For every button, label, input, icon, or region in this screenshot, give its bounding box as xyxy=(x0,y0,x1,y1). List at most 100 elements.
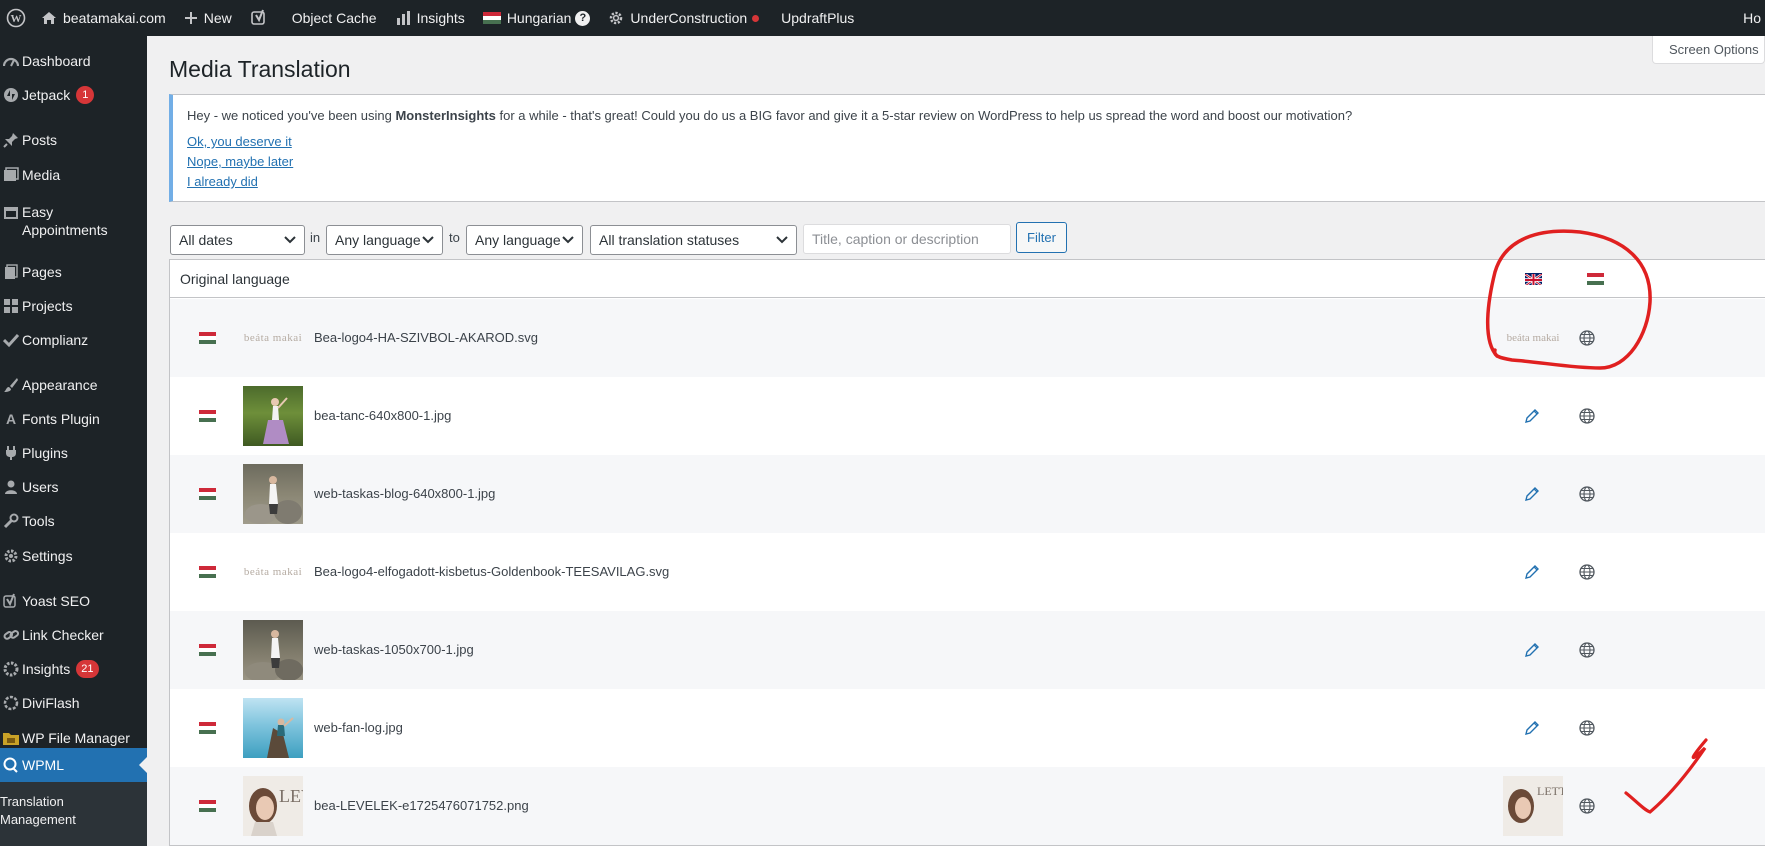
sidebar-item-label: Complianz xyxy=(22,332,89,348)
insights-link[interactable]: Insights xyxy=(386,0,474,36)
pencil-edit-icon[interactable] xyxy=(1523,641,1541,659)
filter-button[interactable]: Filter xyxy=(1016,222,1067,253)
notification-count-badge: 21 xyxy=(76,660,99,678)
logo-text: beáta makai xyxy=(243,566,303,578)
sidebar-item-label: Plugins xyxy=(22,445,68,461)
sidebar-item-wp-file-manager[interactable]: WP File Manager xyxy=(0,729,147,747)
translated-thumbnail[interactable]: beáta makai xyxy=(1503,308,1563,368)
globe-icon[interactable] xyxy=(1578,407,1596,425)
sidebar-item-projects[interactable]: Projects xyxy=(0,297,147,315)
globe-icon[interactable] xyxy=(1578,563,1596,581)
globe-icon[interactable] xyxy=(1578,329,1596,347)
site-name-link[interactable]: beatamakai.com xyxy=(32,0,175,36)
globe-icon[interactable] xyxy=(1578,797,1596,815)
under-construction-link[interactable]: UnderConstruction xyxy=(599,0,768,36)
pencil-edit-icon[interactable] xyxy=(1523,485,1541,503)
from-language-select[interactable]: Any language xyxy=(326,225,443,255)
wpml-icon xyxy=(0,757,22,773)
sidebar-item-label: Posts xyxy=(22,132,58,148)
new-content-link[interactable]: New xyxy=(175,0,241,36)
globe-icon[interactable] xyxy=(1578,485,1596,503)
sidebar-item-complianz[interactable]: Complianz xyxy=(0,331,147,349)
admin-sidebar: Dashboard Jetpack 1 Posts Media Easy App… xyxy=(0,36,147,846)
submenu-label: Translation Management xyxy=(0,794,76,827)
hungarian-flag-icon[interactable] xyxy=(1587,273,1604,285)
to-language-select[interactable]: Any language xyxy=(466,225,583,255)
media-thumbnail[interactable] xyxy=(243,620,303,680)
sidebar-item-users[interactable]: Users xyxy=(0,478,147,496)
sidebar-item-jetpack[interactable]: Jetpack 1 xyxy=(0,86,147,104)
hungarian-flag-icon xyxy=(199,410,216,422)
in-label: in xyxy=(310,230,321,245)
search-input[interactable]: Title, caption or description xyxy=(803,224,1011,254)
object-cache-link[interactable]: Object Cache xyxy=(283,0,386,36)
sidebar-item-label: Fonts Plugin xyxy=(22,411,100,427)
sidebar-item-label: Pages xyxy=(22,264,62,280)
sidebar-item-link-checker[interactable]: Link Checker xyxy=(0,626,147,644)
screen-options-button[interactable]: Screen Options xyxy=(1652,36,1765,64)
language-switcher[interactable]: Hungarian ? xyxy=(474,0,600,36)
file-name: Bea-logo4-elfogadott-kisbetus-Goldenbook… xyxy=(314,564,670,579)
media-thumbnail[interactable]: beáta makai xyxy=(243,542,303,602)
chevron-down-icon xyxy=(284,236,296,244)
sidebar-item-label: Insights xyxy=(22,661,71,677)
insights-icon xyxy=(0,661,22,677)
media-thumbnail[interactable] xyxy=(243,698,303,758)
media-thumbnail[interactable] xyxy=(243,464,303,524)
media-thumbnail[interactable]: beáta makai xyxy=(243,308,303,368)
hungarian-flag-icon xyxy=(199,566,216,578)
status-dot xyxy=(752,14,760,22)
home-icon xyxy=(41,10,57,26)
sidebar-item-wpml[interactable]: WPML xyxy=(0,748,147,782)
table-row: web-taskas-blog-640x800-1.jpg xyxy=(170,455,1765,533)
sidebar-item-dashboard[interactable]: Dashboard xyxy=(0,52,147,70)
notice-link-already[interactable]: I already did xyxy=(187,172,1765,192)
hungarian-flag-icon xyxy=(199,722,216,734)
sidebar-item-label: WP File Manager xyxy=(22,730,130,746)
submenu-item-translation-management[interactable]: Translation Management xyxy=(0,793,80,829)
sidebar-item-label: Media xyxy=(22,167,61,183)
dashboard-icon xyxy=(0,54,22,68)
sidebar-item-diviflash[interactable]: DiviFlash xyxy=(0,694,147,712)
pencil-edit-icon[interactable] xyxy=(1523,407,1541,425)
my-account-link[interactable]: Ho xyxy=(1743,0,1765,36)
help-icon[interactable]: ? xyxy=(575,10,591,26)
sidebar-item-appearance[interactable]: Appearance xyxy=(0,376,147,394)
sidebar-item-plugins[interactable]: Plugins xyxy=(0,444,147,462)
sidebar-item-easy-appointments[interactable]: Easy Appointments xyxy=(0,203,147,239)
sidebar-item-insights[interactable]: Insights 21 xyxy=(0,660,147,678)
wordpress-logo-icon[interactable]: W xyxy=(0,0,32,36)
globe-icon[interactable] xyxy=(1578,641,1596,659)
notice-link-later[interactable]: Nope, maybe later xyxy=(187,152,1765,172)
original-language-header: Original language xyxy=(180,271,290,287)
translation-status-select[interactable]: All translation statuses xyxy=(590,225,797,255)
file-name: bea-LEVELEK-e1725476071752.png xyxy=(314,798,529,813)
translated-thumbnail[interactable]: LETT xyxy=(1503,776,1563,836)
updraftplus-link[interactable]: UpdraftPlus xyxy=(772,0,863,36)
pencil-edit-icon[interactable] xyxy=(1523,563,1541,581)
media-thumbnail[interactable]: LEV xyxy=(243,776,303,836)
globe-icon[interactable] xyxy=(1578,719,1596,737)
chevron-down-icon xyxy=(422,236,434,244)
howdy-label: Ho xyxy=(1743,10,1761,26)
sidebar-item-pages[interactable]: Pages xyxy=(0,263,147,281)
sidebar-item-media[interactable]: Media xyxy=(0,166,147,184)
table-row: web-taskas-1050x700-1.jpg xyxy=(170,611,1765,689)
sidebar-item-label: Settings xyxy=(22,548,73,564)
admin-bar: W beatamakai.com New Object Cache Insigh… xyxy=(0,0,1765,36)
pencil-edit-icon[interactable] xyxy=(1523,719,1541,737)
sidebar-item-fonts-plugin[interactable]: A Fonts Plugin xyxy=(0,410,147,428)
from-language-value: Any language xyxy=(335,232,421,248)
media-thumbnail[interactable] xyxy=(243,386,303,446)
insights-label: Insights xyxy=(416,10,465,26)
file-manager-icon xyxy=(0,730,22,746)
sidebar-item-label: Appearance xyxy=(22,377,98,393)
notice-link-ok[interactable]: Ok, you deserve it xyxy=(187,132,1765,152)
sidebar-item-settings[interactable]: Settings xyxy=(0,547,147,565)
dates-select[interactable]: All dates xyxy=(170,225,305,255)
yoast-admin-link[interactable] xyxy=(241,0,283,36)
english-flag-icon[interactable] xyxy=(1525,273,1542,285)
sidebar-item-tools[interactable]: Tools xyxy=(0,512,147,530)
sidebar-item-yoast-seo[interactable]: Yoast SEO xyxy=(0,592,147,610)
sidebar-item-posts[interactable]: Posts xyxy=(0,131,147,149)
